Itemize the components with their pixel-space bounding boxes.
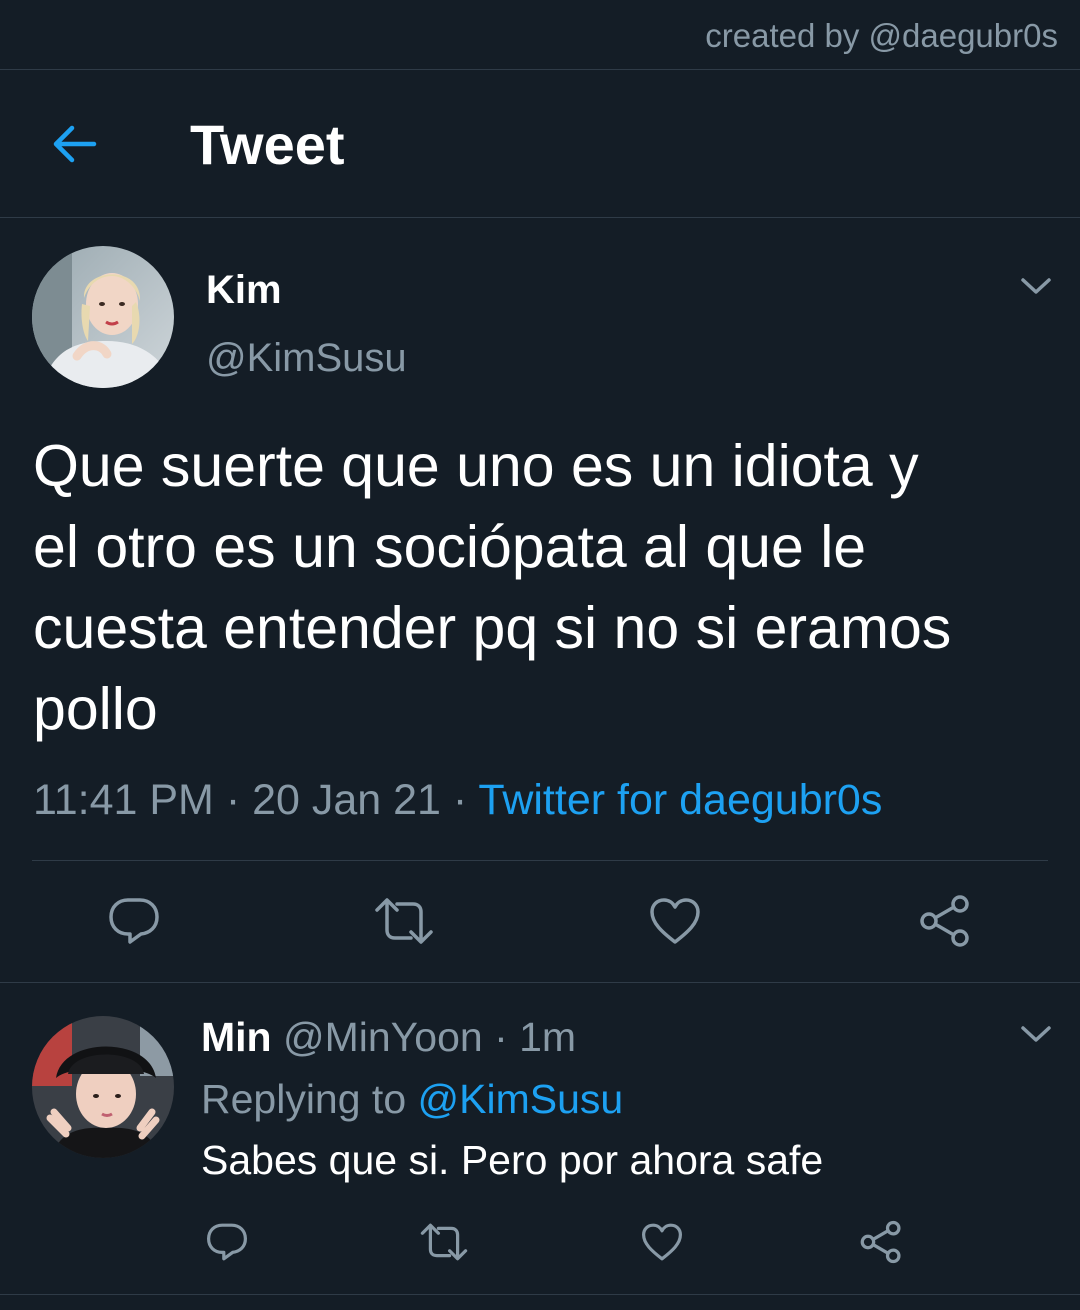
share-icon bbox=[920, 895, 969, 947]
tweet-text: Que suerte que uno es un idiota y el otr… bbox=[33, 426, 1053, 750]
replying-to-label: Replying to bbox=[201, 1076, 418, 1122]
reply-display-name[interactable]: Min bbox=[201, 1014, 272, 1060]
author-handle[interactable]: @KimSusu bbox=[206, 334, 407, 382]
tweet-time: 11:41 PM bbox=[33, 776, 214, 824]
retweet-button[interactable] bbox=[372, 893, 436, 949]
tweet-source-link[interactable]: Twitter for daegubr0s bbox=[478, 776, 882, 824]
back-arrow-icon bbox=[53, 125, 97, 163]
reply-button[interactable] bbox=[104, 893, 164, 949]
tweet-date: 20 Jan 21 bbox=[252, 776, 441, 824]
avatar-image bbox=[32, 246, 174, 388]
tweet-divider bbox=[0, 982, 1080, 983]
share-icon bbox=[860, 1220, 901, 1264]
meta-separator: · bbox=[440, 776, 479, 824]
like-button[interactable] bbox=[646, 893, 704, 949]
back-button[interactable] bbox=[48, 120, 100, 168]
author-display-name[interactable]: Kim bbox=[206, 266, 282, 314]
avatar[interactable] bbox=[32, 1016, 174, 1158]
tweet-text-line: Que suerte que uno es un idiota y bbox=[33, 433, 919, 499]
header-divider bbox=[0, 217, 1080, 218]
reply-age: 1m bbox=[519, 1014, 577, 1060]
bottom-divider bbox=[0, 1294, 1080, 1295]
retweet-icon bbox=[375, 898, 433, 944]
chevron-down-icon bbox=[1021, 278, 1051, 294]
like-button[interactable] bbox=[639, 1220, 685, 1264]
share-button[interactable] bbox=[858, 1220, 904, 1264]
reply-handle[interactable]: @MinYoon bbox=[283, 1014, 483, 1060]
app-header: Tweet bbox=[0, 70, 1080, 217]
reply-button[interactable] bbox=[204, 1220, 250, 1264]
reply-author-line: Min @MinYoon · 1m bbox=[201, 1012, 576, 1062]
actions-divider bbox=[32, 860, 1048, 861]
page-title: Tweet bbox=[190, 113, 345, 176]
tweet-meta: 11:41 PM · 20 Jan 21 · Twitter for daegu… bbox=[33, 774, 882, 826]
meta-separator: · bbox=[213, 776, 253, 824]
tweet-menu-button[interactable] bbox=[1019, 274, 1053, 298]
meta-separator: · bbox=[482, 1014, 520, 1060]
reply-menu-button[interactable] bbox=[1019, 1022, 1053, 1046]
replying-to-mention[interactable]: @KimSusu bbox=[418, 1076, 624, 1122]
like-icon bbox=[642, 1223, 682, 1261]
tweet-text-line: cuesta entender pq si no si eramos bbox=[33, 595, 952, 661]
retweet-icon bbox=[420, 1223, 468, 1261]
chevron-down-icon bbox=[1021, 1026, 1051, 1042]
watermark-credit: created by @daegubr0s bbox=[705, 17, 1058, 54]
retweet-button[interactable] bbox=[418, 1220, 470, 1264]
like-icon bbox=[650, 898, 700, 944]
replying-to-line: Replying to @KimSusu bbox=[201, 1074, 623, 1124]
avatar[interactable] bbox=[32, 246, 174, 388]
reply-icon bbox=[109, 898, 159, 944]
tweet-text-line: pollo bbox=[33, 676, 158, 742]
share-button[interactable] bbox=[916, 893, 974, 949]
tweet-text-line: el otro es un sociópata al que le bbox=[33, 514, 867, 580]
reply-icon bbox=[207, 1223, 247, 1261]
avatar-image bbox=[32, 1016, 174, 1158]
reply-text: Sabes que si. Pero por ahora safe bbox=[201, 1137, 824, 1183]
